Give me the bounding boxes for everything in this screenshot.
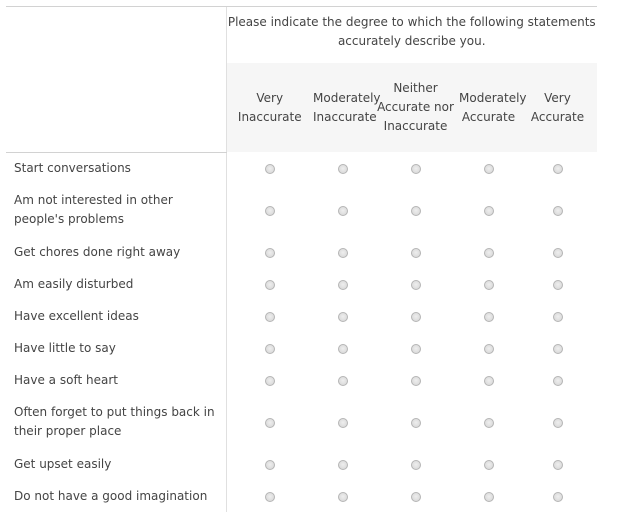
scale-label-neither: Neither Accurate nor Inaccurate bbox=[372, 63, 459, 152]
radio-very-accurate[interactable] bbox=[552, 280, 563, 290]
radio-very-inaccurate[interactable] bbox=[264, 312, 275, 322]
radio-moderately-inaccurate[interactable] bbox=[337, 492, 348, 502]
radio-very-inaccurate[interactable] bbox=[264, 418, 275, 428]
radio-very-accurate[interactable] bbox=[552, 206, 563, 216]
radio-neither[interactable] bbox=[410, 280, 421, 290]
radio-very-inaccurate[interactable] bbox=[264, 492, 275, 502]
statement-text: Have excellent ideas bbox=[6, 300, 227, 332]
question-row: Have excellent ideas bbox=[6, 300, 597, 332]
statement-text: Get upset easily bbox=[6, 448, 227, 480]
question-row: Do not have a good imagination bbox=[6, 480, 597, 512]
radio-very-inaccurate[interactable] bbox=[264, 280, 275, 290]
question-row: Have a soft heart bbox=[6, 364, 597, 396]
radio-neither[interactable] bbox=[410, 248, 421, 258]
radio-moderately-inaccurate[interactable] bbox=[337, 312, 348, 322]
statement-text: Start conversations bbox=[6, 152, 227, 184]
question-row: Am not interested in other people's prob… bbox=[6, 184, 597, 236]
statement-text: Am easily disturbed bbox=[6, 268, 227, 300]
radio-very-inaccurate[interactable] bbox=[264, 206, 275, 216]
radio-moderately-accurate[interactable] bbox=[483, 344, 494, 354]
radio-neither[interactable] bbox=[410, 164, 421, 174]
statement-text: Have a soft heart bbox=[6, 364, 227, 396]
radio-very-accurate[interactable] bbox=[552, 312, 563, 322]
radio-very-accurate[interactable] bbox=[552, 418, 563, 428]
matrix-prompt: Please indicate the degree to which the … bbox=[227, 15, 596, 48]
radio-moderately-accurate[interactable] bbox=[483, 460, 494, 470]
statement-text: Am not interested in other people's prob… bbox=[6, 184, 227, 236]
radio-moderately-accurate[interactable] bbox=[483, 164, 494, 174]
radio-neither[interactable] bbox=[410, 206, 421, 216]
radio-very-inaccurate[interactable] bbox=[264, 164, 275, 174]
question-row: Have little to say bbox=[6, 332, 597, 364]
radio-moderately-inaccurate[interactable] bbox=[337, 376, 348, 386]
radio-moderately-inaccurate[interactable] bbox=[337, 418, 348, 428]
question-row: Get upset easily bbox=[6, 448, 597, 480]
radio-moderately-inaccurate[interactable] bbox=[337, 164, 348, 174]
radio-very-accurate[interactable] bbox=[552, 164, 563, 174]
radio-moderately-accurate[interactable] bbox=[483, 248, 494, 258]
radio-very-inaccurate[interactable] bbox=[264, 344, 275, 354]
radio-moderately-inaccurate[interactable] bbox=[337, 344, 348, 354]
radio-very-inaccurate[interactable] bbox=[264, 376, 275, 386]
radio-very-accurate[interactable] bbox=[552, 460, 563, 470]
scale-label-very-accurate: Very Accurate bbox=[518, 63, 597, 152]
statement-text: Often forget to put things back in their… bbox=[6, 396, 227, 448]
radio-moderately-accurate[interactable] bbox=[483, 312, 494, 322]
radio-neither[interactable] bbox=[410, 460, 421, 470]
radio-neither[interactable] bbox=[410, 376, 421, 386]
radio-neither[interactable] bbox=[410, 344, 421, 354]
radio-very-inaccurate[interactable] bbox=[264, 460, 275, 470]
statement-text: Do not have a good imagination bbox=[6, 480, 227, 512]
question-row: Start conversations bbox=[6, 152, 597, 184]
radio-very-accurate[interactable] bbox=[552, 492, 563, 502]
radio-moderately-accurate[interactable] bbox=[483, 376, 494, 386]
question-row: Am easily disturbed bbox=[6, 268, 597, 300]
question-row: Get chores done right away bbox=[6, 236, 597, 268]
statement-text: Get chores done right away bbox=[6, 236, 227, 268]
matrix-table: Please indicate the degree to which the … bbox=[6, 6, 597, 512]
radio-very-inaccurate[interactable] bbox=[264, 248, 275, 258]
radio-moderately-inaccurate[interactable] bbox=[337, 460, 348, 470]
radio-very-accurate[interactable] bbox=[552, 248, 563, 258]
radio-very-accurate[interactable] bbox=[552, 344, 563, 354]
radio-neither[interactable] bbox=[410, 492, 421, 502]
radio-moderately-inaccurate[interactable] bbox=[337, 280, 348, 290]
radio-moderately-accurate[interactable] bbox=[483, 418, 494, 428]
scale-label-very-inaccurate: Very Inaccurate bbox=[226, 63, 313, 152]
scale-label-moderately-accurate: Moderately Accurate bbox=[459, 63, 527, 152]
likert-matrix: Please indicate the degree to which the … bbox=[6, 6, 597, 512]
radio-moderately-accurate[interactable] bbox=[483, 206, 494, 216]
radio-very-accurate[interactable] bbox=[552, 376, 563, 386]
radio-moderately-inaccurate[interactable] bbox=[337, 206, 348, 216]
radio-neither[interactable] bbox=[410, 312, 421, 322]
radio-moderately-inaccurate[interactable] bbox=[337, 248, 348, 258]
scale-label-moderately-inaccurate: Moderately Inaccurate bbox=[313, 63, 381, 152]
radio-moderately-accurate[interactable] bbox=[483, 280, 494, 290]
question-row: Often forget to put things back in their… bbox=[6, 396, 597, 448]
radio-moderately-accurate[interactable] bbox=[483, 492, 494, 502]
statement-text: Have little to say bbox=[6, 332, 227, 364]
radio-neither[interactable] bbox=[410, 418, 421, 428]
